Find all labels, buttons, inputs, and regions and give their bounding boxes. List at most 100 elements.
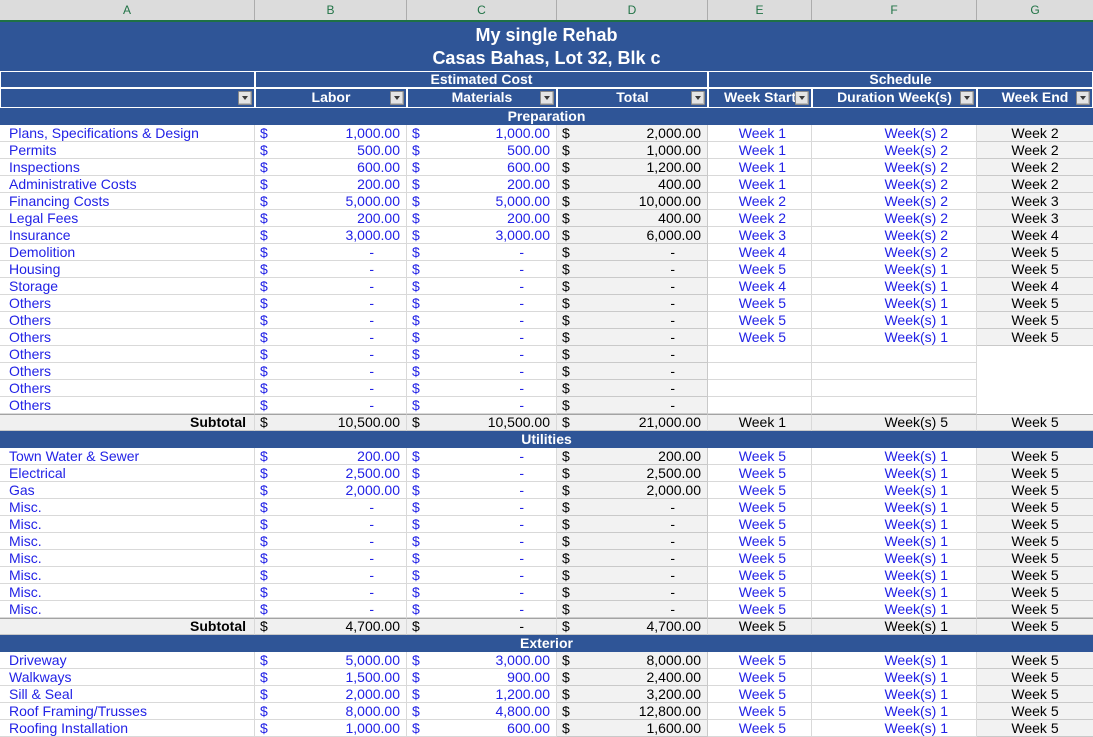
cell-week-end[interactable]: Week 5 — [977, 601, 1093, 618]
cell-total[interactable]: $- — [557, 363, 708, 380]
cell-week-start[interactable]: Week 5 — [708, 448, 812, 465]
cell-duration[interactable]: Week(s) 1 — [812, 278, 977, 295]
cell-week-end[interactable]: Week 5 — [977, 720, 1093, 737]
column-letter-E[interactable]: E — [708, 0, 812, 20]
cell-total[interactable]: $1,600.00 — [557, 720, 708, 737]
cell-item-label[interactable]: Inspections — [0, 159, 255, 176]
group-cell-schedule[interactable]: Schedule — [708, 71, 1093, 88]
cell-duration[interactable]: Week(s) 1 — [812, 652, 977, 669]
cell-week-start[interactable]: Week 5 — [708, 465, 812, 482]
column-letter-C[interactable]: C — [407, 0, 557, 20]
cell-item-label[interactable]: Misc. — [0, 550, 255, 567]
cell-total[interactable]: $2,000.00 — [557, 125, 708, 142]
cell-week-end[interactable]: Week 5 — [977, 516, 1093, 533]
cell-materials[interactable]: $- — [407, 482, 557, 499]
cell-total[interactable]: $- — [557, 295, 708, 312]
cell-labor[interactable]: $600.00 — [255, 159, 407, 176]
cell-materials[interactable]: $- — [407, 278, 557, 295]
cell-labor[interactable]: $5,000.00 — [255, 652, 407, 669]
cell-duration[interactable]: Week(s) 1 — [812, 550, 977, 567]
cell-labor[interactable]: $3,000.00 — [255, 227, 407, 244]
autofilter-dropdown-icon[interactable] — [238, 91, 252, 105]
cell-duration[interactable]: Week(s) 2 — [812, 142, 977, 159]
cell-total[interactable]: $- — [557, 312, 708, 329]
cell-total[interactable]: $- — [557, 244, 708, 261]
autofilter-dropdown-icon[interactable] — [960, 91, 974, 105]
filter-cell-item[interactable] — [0, 88, 255, 108]
cell-week-start[interactable]: Week 5 — [708, 720, 812, 737]
section-header-exterior[interactable]: Exterior — [0, 635, 1093, 652]
cell-week-start[interactable]: Week 1 — [708, 125, 812, 142]
cell-total[interactable]: $400.00 — [557, 176, 708, 193]
cell-materials[interactable]: $3,000.00 — [407, 227, 557, 244]
column-letter-B[interactable]: B — [255, 0, 407, 20]
subtotal-label[interactable]: Subtotal — [0, 414, 255, 431]
cell-week-end[interactable]: Week 5 — [977, 244, 1093, 261]
filter-cell-week-end[interactable]: Week End — [977, 88, 1093, 108]
cell-total[interactable]: $- — [557, 397, 708, 414]
cell-labor[interactable]: $200.00 — [255, 176, 407, 193]
cell-week-end[interactable]: Week 5 — [977, 584, 1093, 601]
cell-week-end[interactable]: Week 5 — [977, 465, 1093, 482]
cell-week-end[interactable]: Week 5 — [977, 567, 1093, 584]
cell-materials[interactable]: $- — [407, 601, 557, 618]
cell-duration[interactable]: Week(s) 2 — [812, 244, 977, 261]
subtotal-labor[interactable]: $4,700.00 — [255, 618, 407, 635]
cell-item-label[interactable]: Others — [0, 346, 255, 363]
cell-week-start[interactable]: Week 5 — [708, 703, 812, 720]
cell-labor[interactable]: $- — [255, 601, 407, 618]
cell-total[interactable]: $200.00 — [557, 448, 708, 465]
cell-materials[interactable]: $- — [407, 380, 557, 397]
column-letter-A[interactable]: A — [0, 0, 255, 20]
cell-week-end[interactable]: Week 3 — [977, 193, 1093, 210]
cell-item-label[interactable]: Financing Costs — [0, 193, 255, 210]
cell-item-label[interactable]: Plans, Specifications & Design — [0, 125, 255, 142]
autofilter-dropdown-icon[interactable] — [691, 91, 705, 105]
cell-total[interactable]: $400.00 — [557, 210, 708, 227]
cell-duration[interactable]: Week(s) 2 — [812, 176, 977, 193]
cell-item-label[interactable]: Others — [0, 329, 255, 346]
cell-week-end[interactable]: Week 5 — [977, 686, 1093, 703]
cell-labor[interactable]: $- — [255, 584, 407, 601]
cell-duration[interactable]: Week(s) 2 — [812, 227, 977, 244]
cell-week-end[interactable]: Week 2 — [977, 176, 1093, 193]
cell-materials[interactable]: $- — [407, 533, 557, 550]
cell-labor[interactable]: $200.00 — [255, 210, 407, 227]
cell-total[interactable]: $12,800.00 — [557, 703, 708, 720]
cell-item-label[interactable]: Insurance — [0, 227, 255, 244]
cell-week-end[interactable]: Week 2 — [977, 159, 1093, 176]
cell-total[interactable]: $- — [557, 550, 708, 567]
group-cell-blank[interactable] — [0, 71, 255, 88]
cell-item-label[interactable]: Walkways — [0, 669, 255, 686]
cell-total[interactable]: $- — [557, 601, 708, 618]
cell-materials[interactable]: $- — [407, 363, 557, 380]
title-banner[interactable]: My single Rehab Casas Bahas, Lot 32, Blk… — [0, 22, 1093, 71]
cell-duration[interactable]: Week(s) 1 — [812, 329, 977, 346]
autofilter-dropdown-icon[interactable] — [1076, 91, 1090, 105]
cell-materials[interactable]: $- — [407, 397, 557, 414]
cell-week-start[interactable]: Week 5 — [708, 686, 812, 703]
cell-week-end[interactable] — [977, 346, 1093, 363]
cell-materials[interactable]: $500.00 — [407, 142, 557, 159]
cell-week-end[interactable] — [977, 397, 1093, 414]
cell-materials[interactable]: $- — [407, 516, 557, 533]
cell-total[interactable]: $2,000.00 — [557, 482, 708, 499]
cell-total[interactable]: $- — [557, 278, 708, 295]
cell-item-label[interactable]: Misc. — [0, 499, 255, 516]
cell-week-start[interactable]: Week 5 — [708, 567, 812, 584]
cell-week-start[interactable] — [708, 380, 812, 397]
subtotal-week-end[interactable]: Week 5 — [977, 618, 1093, 635]
cell-labor[interactable]: $2,000.00 — [255, 686, 407, 703]
cell-week-start[interactable]: Week 1 — [708, 142, 812, 159]
cell-materials[interactable]: $- — [407, 346, 557, 363]
cell-total[interactable]: $- — [557, 499, 708, 516]
section-header-utilities[interactable]: Utilities — [0, 431, 1093, 448]
cell-duration[interactable]: Week(s) 1 — [812, 533, 977, 550]
cell-item-label[interactable]: Legal Fees — [0, 210, 255, 227]
cell-week-end[interactable]: Week 5 — [977, 533, 1093, 550]
cell-week-start[interactable]: Week 5 — [708, 652, 812, 669]
cell-item-label[interactable]: Misc. — [0, 567, 255, 584]
cell-item-label[interactable]: Gas — [0, 482, 255, 499]
cell-labor[interactable]: $- — [255, 278, 407, 295]
cell-labor[interactable]: $8,000.00 — [255, 703, 407, 720]
